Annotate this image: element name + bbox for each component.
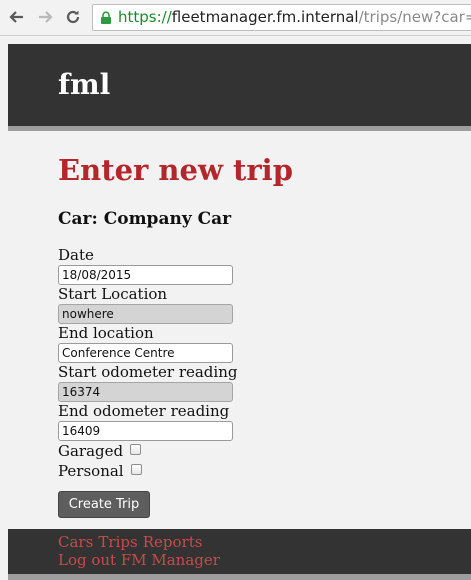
site-header: fml: [8, 44, 471, 126]
page-title: Enter new trip: [58, 153, 293, 187]
url-path: /trips/new?car=1: [358, 8, 471, 26]
site-footer: Cars Trips Reports Log out FM Manager: [8, 529, 471, 580]
garaged-checkbox[interactable]: [130, 443, 142, 455]
date-field[interactable]: 18/08/2015: [58, 265, 233, 285]
footer-link-reports[interactable]: Reports: [143, 533, 203, 551]
reload-button[interactable]: [62, 6, 84, 28]
address-bar[interactable]: https://fleetmanager.fm.internal/trips/n…: [92, 4, 471, 31]
url-text: https://fleetmanager.fm.internal/trips/n…: [118, 5, 471, 30]
personal-label: Personal: [58, 462, 124, 480]
garaged-label: Garaged: [58, 442, 124, 460]
start-odometer-field[interactable]: 16374: [58, 382, 233, 402]
url-host: fleetmanager.fm.internal: [171, 8, 359, 26]
create-trip-button[interactable]: Create Trip: [58, 491, 150, 518]
browser-toolbar: https://fleetmanager.fm.internal/trips/n…: [0, 0, 471, 36]
end-odometer-field[interactable]: 16409: [58, 421, 233, 441]
footer-link-trips[interactable]: Trips: [98, 533, 137, 551]
main-content: Enter new trip Car: Company Car Date 18/…: [8, 153, 471, 518]
lock-icon: [101, 11, 111, 24]
end-location-label: End location: [58, 324, 154, 342]
arrow-right-icon: [39, 11, 53, 23]
new-trip-form: Date 18/08/2015 Start Location nowhere E…: [58, 246, 471, 518]
arrow-left-icon: [9, 11, 23, 23]
footer-divider: [8, 574, 471, 580]
garaged-row: Garaged: [58, 441, 471, 461]
end-odometer-label: End odometer reading: [58, 402, 230, 420]
footer-logout: Log out FM Manager: [58, 551, 471, 569]
personal-checkbox[interactable]: [130, 463, 142, 475]
start-odometer-label: Start odometer reading: [58, 363, 238, 381]
logout-link[interactable]: Log out FM Manager: [58, 551, 220, 569]
url-scheme: https://: [118, 8, 172, 26]
forward-button[interactable]: [34, 6, 56, 28]
personal-row: Personal: [58, 461, 471, 481]
reload-icon: [66, 10, 80, 24]
start-location-field[interactable]: nowhere: [58, 304, 233, 324]
footer-nav: Cars Trips Reports: [58, 533, 471, 551]
end-location-field[interactable]: Conference Centre: [58, 343, 233, 363]
start-location-label: Start Location: [58, 285, 168, 303]
header-divider: [8, 126, 471, 131]
site-logo[interactable]: fml: [58, 68, 110, 101]
footer-link-cars[interactable]: Cars: [58, 533, 93, 551]
page: fml Enter new trip Car: Company Car Date…: [8, 44, 471, 580]
car-subtitle: Car: Company Car: [58, 209, 232, 229]
back-button[interactable]: [6, 6, 28, 28]
date-label: Date: [58, 246, 94, 264]
